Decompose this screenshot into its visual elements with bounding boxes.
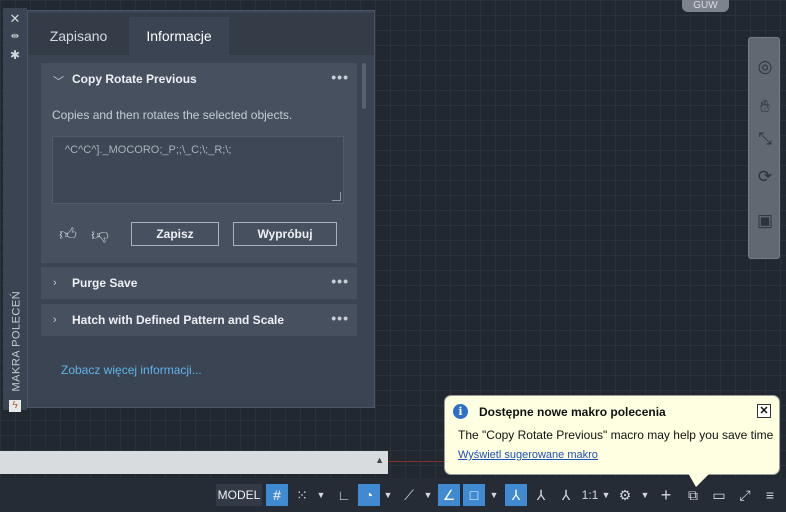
annotation-scale-icon[interactable]: ⅄ — [555, 484, 577, 506]
tab-bar: Zapisano Informacje — [28, 13, 374, 55]
showmotion-icon[interactable]: ▣ — [754, 210, 776, 232]
fullscreen-icon[interactable]: ⤢ — [734, 484, 756, 506]
plus-icon[interactable]: + — [655, 484, 677, 506]
orbit-icon[interactable]: ⟳ — [754, 166, 776, 188]
chevron-right-icon[interactable]: › — [53, 314, 57, 326]
macro-text-field[interactable]: ^C^C^]._MOCORO;_P;;\_C;\;_R;\; — [52, 136, 344, 204]
caret-up-icon[interactable]: ▲ — [375, 455, 384, 465]
macro-card[interactable]: › Hatch with Defined Pattern and Scale •… — [41, 304, 357, 336]
more-options-icon[interactable]: ••• — [331, 273, 349, 289]
notification-balloon: i Dostępne nowe makro polecenia ✕ The "C… — [444, 395, 780, 475]
pan-hand-icon[interactable]: ✋︎ — [754, 96, 776, 118]
macro-card[interactable]: › Purge Save ••• — [41, 267, 357, 299]
more-options-icon[interactable]: ••• — [331, 69, 349, 85]
view-suggested-macro-link[interactable]: Wyświetl sugerowane makro — [458, 449, 598, 461]
macro-description: Copies and then rotates the selected obj… — [52, 108, 293, 122]
thumbs-up-icon[interactable]: 👍︎ — [57, 224, 79, 246]
tab-information[interactable]: Informacje — [129, 17, 229, 55]
object-snap-icon[interactable]: □ — [463, 484, 485, 506]
grid-icon[interactable]: # — [266, 484, 288, 506]
save-button[interactable]: Zapisz — [131, 222, 219, 246]
macro-card: ﹀ Copy Rotate Previous ••• Copies and th… — [41, 63, 357, 263]
isolate-objects-icon[interactable]: ⧉ — [682, 484, 704, 506]
close-icon[interactable]: ✕ — [8, 12, 22, 26]
zoom-extents-icon[interactable]: ⤡ — [754, 128, 776, 150]
thumbs-down-icon[interactable]: 👍︎ — [89, 224, 111, 246]
pin-icon[interactable]: ⇹ — [8, 30, 22, 44]
notification-body: The "Copy Rotate Previous" macro may hel… — [458, 428, 774, 442]
annotation-visibility-icon[interactable]: ⅄ — [505, 484, 527, 506]
chevron-down-icon[interactable]: ▼ — [601, 484, 611, 506]
hamburger-menu-icon[interactable]: ≡ — [759, 484, 781, 506]
command-macros-palette: Zapisano Informacje ﹀ Copy Rotate Previo… — [27, 10, 375, 408]
chevron-down-icon[interactable]: ▼ — [640, 484, 650, 506]
macro-title[interactable]: Hatch with Defined Pattern and Scale — [72, 313, 284, 327]
chevron-down-icon[interactable]: ▼ — [423, 484, 433, 506]
chevron-down-icon[interactable]: ▼ — [383, 484, 393, 506]
isodraft-icon[interactable]: ⟋ — [398, 484, 420, 506]
lightning-icon: ϟ — [9, 400, 21, 412]
navigation-bar: ◎ ✋︎ ⤡ ⟳ ▣ — [748, 37, 780, 259]
resize-grip[interactable] — [332, 192, 341, 201]
autoscale-icon[interactable]: ⅄ — [530, 484, 552, 506]
gear-icon[interactable]: ⚙ — [614, 484, 636, 506]
chevron-down-icon[interactable]: ﹀ — [53, 73, 64, 89]
viewcube-wcs-label[interactable]: GUW — [682, 0, 729, 12]
info-icon: i — [453, 404, 468, 419]
palette-strip: ✕ ⇹ ✱ MAKRA POLECEŃ ϟ — [3, 8, 27, 412]
model-space-button[interactable]: MODEL — [216, 484, 262, 506]
gear-icon[interactable]: ✱ — [8, 48, 22, 62]
scrollbar[interactable] — [362, 63, 366, 109]
polar-tracking-icon[interactable]: ◔ — [358, 484, 380, 506]
snap-icon[interactable]: ⁙ — [291, 484, 313, 506]
notification-title: Dostępne nowe makro polecenia — [479, 405, 666, 419]
palette-title: MAKRA POLECEŃ — [10, 290, 23, 392]
see-more-link[interactable]: Zobacz więcej informacji... — [61, 363, 202, 377]
steering-wheel-icon[interactable]: ◎ — [754, 56, 776, 78]
more-options-icon[interactable]: ••• — [331, 310, 349, 326]
divider — [388, 461, 448, 462]
object-snap-tracking-icon[interactable]: ∠ — [438, 484, 460, 506]
ortho-icon[interactable]: ∟ — [333, 484, 355, 506]
balloon-tail — [688, 473, 710, 487]
macro-title[interactable]: Purge Save — [72, 276, 137, 290]
command-macros-icon[interactable]: ▭ — [708, 484, 730, 506]
macro-text: ^C^C^]._MOCORO;_P;;\_C;\;_R;\; — [65, 144, 232, 156]
close-icon[interactable]: ✕ — [757, 404, 771, 418]
tab-saved[interactable]: Zapisano — [28, 17, 129, 55]
chevron-down-icon[interactable]: ▼ — [316, 484, 326, 506]
try-button[interactable]: Wypróbuj — [233, 222, 337, 246]
command-line[interactable]: ▲ — [0, 451, 388, 474]
scale-selector[interactable]: 1:1 — [578, 484, 602, 506]
chevron-down-icon[interactable]: ▼ — [489, 484, 499, 506]
macro-title[interactable]: Copy Rotate Previous — [72, 72, 197, 86]
chevron-right-icon[interactable]: › — [53, 277, 57, 289]
